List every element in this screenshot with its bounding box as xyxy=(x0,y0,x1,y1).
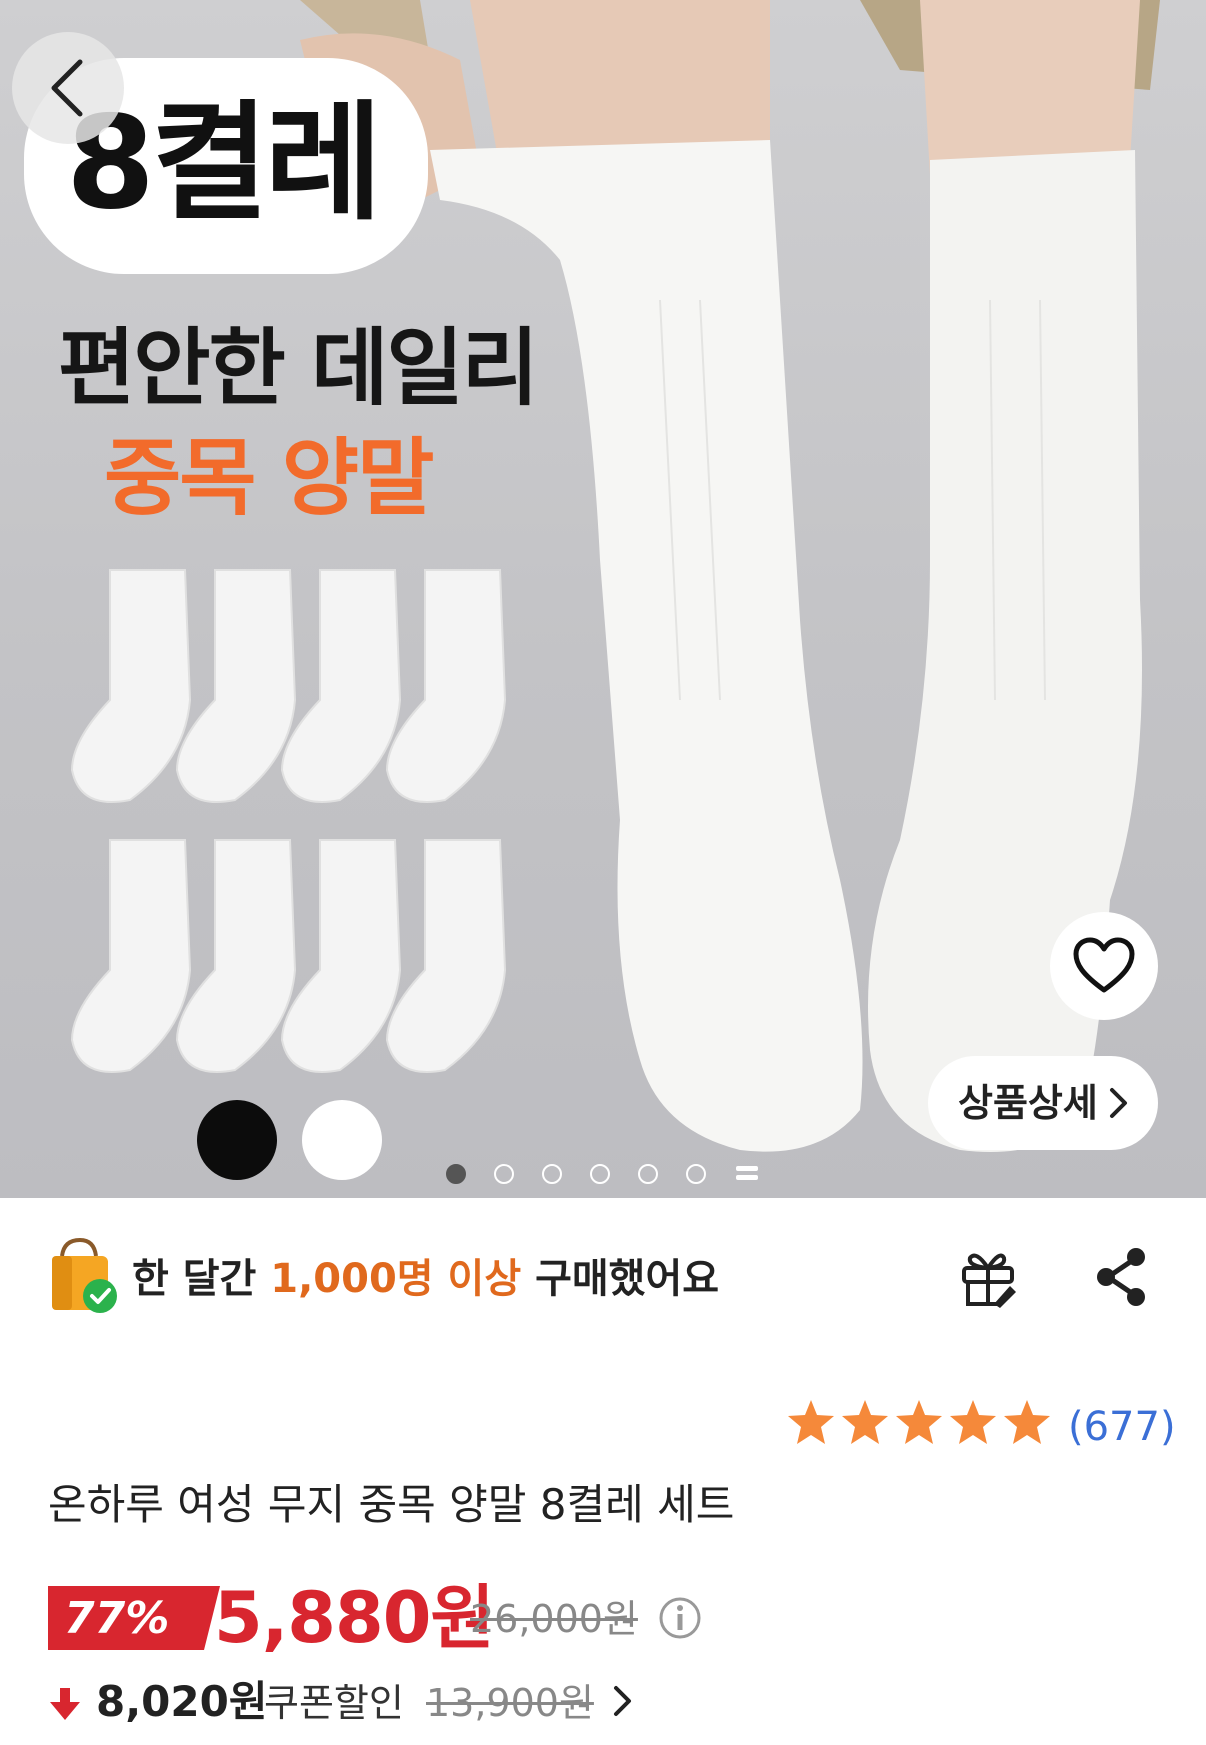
product-detail-button[interactable]: 상품상세 xyxy=(928,1056,1158,1150)
rating-summary[interactable]: (677) xyxy=(786,1398,1186,1458)
chevron-right-icon xyxy=(1110,1088,1127,1118)
discount-rate: 77% xyxy=(64,1593,170,1644)
star-icon xyxy=(1004,1400,1050,1444)
product-title: 온하루 여성 무지 중목 양말 8켤레 세트 xyxy=(48,1480,735,1529)
price-row: 77% 5,880원 26,000원 xyxy=(48,1577,1148,1662)
arrow-down-icon xyxy=(50,1688,80,1720)
share-icon[interactable] xyxy=(1094,1246,1150,1308)
coupon-original-price: 13,900원 xyxy=(426,1681,594,1725)
info-icon[interactable] xyxy=(658,1596,702,1640)
carousel-more-indicator xyxy=(736,1166,758,1184)
carousel-dot[interactable] xyxy=(542,1164,562,1184)
carousel-dot[interactable] xyxy=(638,1164,658,1184)
sale-price: 5,880원 xyxy=(214,1577,495,1659)
purchase-count-highlight: 1,000명 이상 xyxy=(270,1256,522,1302)
carousel-dot[interactable] xyxy=(446,1164,466,1184)
star-icon xyxy=(788,1400,834,1444)
coupon-discount-row[interactable]: 8,020원 쿠폰할인 13,900원 xyxy=(48,1672,748,1732)
shopping-bag-check-icon xyxy=(52,1237,117,1313)
product-image-carousel[interactable]: 8켤레 편안한 데일리 중목 양말 상품상세 xyxy=(0,0,1206,1198)
color-swatch-white[interactable] xyxy=(302,1100,382,1180)
hero-headline: 편안한 데일리 xyxy=(58,319,539,417)
hero-subheadline: 중목 양말 xyxy=(104,429,434,527)
star-icon xyxy=(950,1400,996,1444)
star-icon xyxy=(896,1400,942,1444)
review-count-link[interactable]: (677) xyxy=(1068,1402,1176,1452)
product-detail-label: 상품상세 xyxy=(958,1081,1098,1125)
purchase-count-text: 한 달간 1,000명 이상 구매했어요 xyxy=(132,1256,720,1302)
original-price: 26,000원 xyxy=(470,1597,638,1641)
carousel-dot[interactable] xyxy=(686,1164,706,1184)
wishlist-button[interactable] xyxy=(1050,912,1158,1020)
coupon-label: 쿠폰할인 xyxy=(264,1681,404,1725)
coupon-price: 8,020원 xyxy=(96,1677,268,1726)
chevron-right-icon xyxy=(614,1686,631,1716)
carousel-dot[interactable] xyxy=(590,1164,610,1184)
purchase-count-banner: 한 달간 1,000명 이상 구매했어요 xyxy=(48,1236,748,1322)
star-icon xyxy=(842,1400,888,1444)
discount-badge: 77% xyxy=(48,1586,220,1650)
color-swatch-black[interactable] xyxy=(197,1100,277,1180)
heart-icon xyxy=(1073,937,1135,993)
carousel-dot[interactable] xyxy=(494,1164,514,1184)
back-button[interactable] xyxy=(12,32,124,144)
gift-icon[interactable] xyxy=(958,1246,1018,1310)
back-chevron-icon xyxy=(51,59,83,117)
